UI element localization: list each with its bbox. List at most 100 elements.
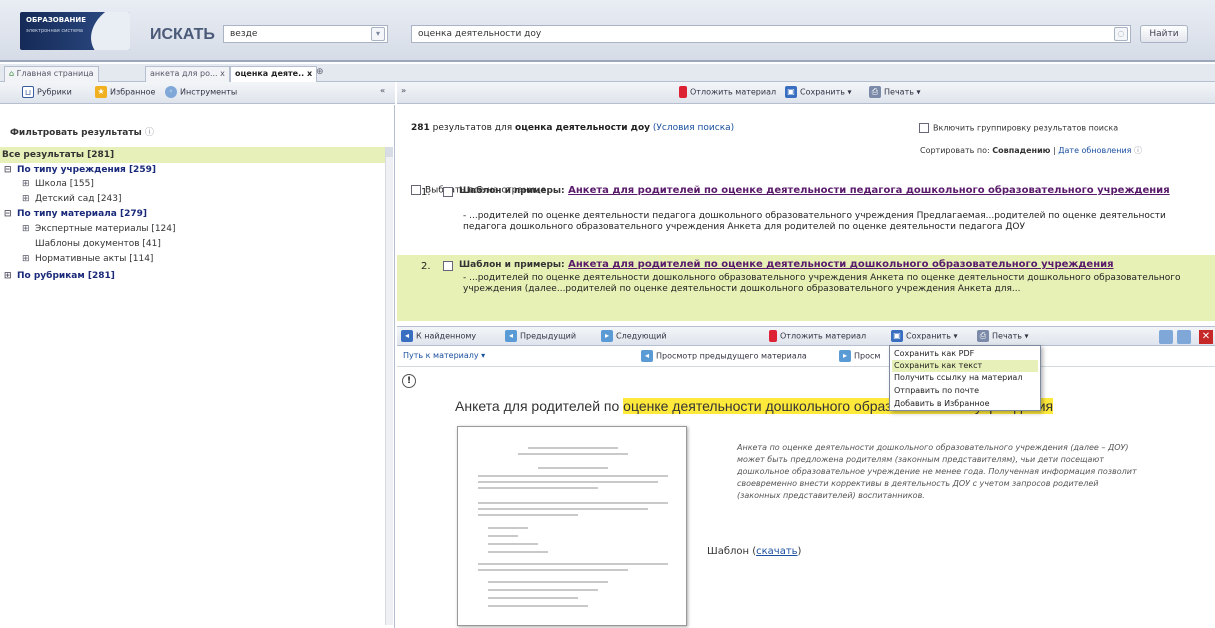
expand-icon[interactable]: ⊞ [22, 179, 31, 189]
filter-title: Фильтровать результаты ⓘ [10, 125, 154, 138]
menu-item-add-favorites[interactable]: Добавить в Избранное [892, 398, 1038, 410]
previous-button[interactable]: ◂ Предыдущий [505, 330, 576, 342]
grouping-label: Включить группировку результатов поиска [933, 123, 1119, 133]
result-checkbox[interactable] [443, 187, 453, 197]
grouping-checkbox[interactable] [919, 123, 929, 133]
search-options-icon[interactable]: ◌ [1114, 27, 1128, 41]
doc-print-button[interactable]: ⎙ Печать ▾ [977, 330, 1029, 342]
window-maximize-icon[interactable] [1177, 330, 1191, 344]
next-button[interactable]: ▸ Следующий [601, 330, 667, 342]
doc-save-label: Сохранить [906, 331, 951, 341]
save-button[interactable]: ▣ Сохранить ▾ [785, 86, 852, 98]
result-type: Шаблон и примеры: [459, 186, 565, 196]
new-tab-icon[interactable]: ⊕ [316, 67, 324, 77]
bookmark-icon [769, 330, 777, 342]
to-found-label: К найденному [416, 331, 477, 341]
chevron-down-icon[interactable]: ▾ [371, 27, 385, 41]
document-viewer: ! Анкета для родителей по оценке деятель… [397, 368, 1215, 628]
sort-by-relevance[interactable]: Совпадению [992, 146, 1050, 155]
result-title[interactable]: Шаблон и примеры: Анкета для родителей п… [459, 259, 1179, 271]
expand-icon[interactable]: ⊞ [4, 271, 13, 281]
filter-tree-label: По рубрикам [281] [17, 271, 115, 281]
help-icon[interactable]: ⓘ [1134, 146, 1142, 155]
thumb-line [538, 467, 608, 469]
thumb-line [488, 535, 518, 537]
results-count-query: оценка деятельности доу [515, 123, 650, 133]
thumb-line [478, 475, 668, 477]
scroll-up-arrow[interactable] [386, 147, 393, 157]
result-link[interactable]: Анкета для родителей по оценке деятельно… [568, 185, 1169, 196]
rubrics-button[interactable]: ⊔ Рубрики [22, 86, 72, 98]
tab-home-label: Главная страница [16, 69, 94, 78]
sort-by-date-link[interactable]: Дате обновления [1058, 146, 1131, 155]
filter-tree-label: Детский сад [243] [35, 194, 122, 204]
tab-questionnaire[interactable]: анкета для ро... x [145, 66, 230, 82]
favorites-button[interactable]: ★ Избранное [95, 86, 155, 98]
result-checkbox[interactable] [443, 261, 453, 271]
filter-tree-item[interactable]: ⊟ По типу материала [279] [4, 209, 147, 219]
expand-icon[interactable]: ⊞ [22, 224, 31, 234]
doc-postpone-button[interactable]: Отложить материал [769, 330, 866, 342]
floppy-icon: ▣ [891, 330, 903, 342]
search-conditions-link[interactable]: (Условия поиска) [653, 123, 734, 133]
filter-tree-item[interactable]: ⊞ Школа [155] [22, 179, 94, 189]
filter-tree-item[interactable]: ⊞ По рубрикам [281] [4, 271, 115, 281]
postpone-label: Отложить материал [690, 87, 777, 97]
filter-tree-item[interactable]: ⊞ Нормативные акты [114] [22, 254, 153, 264]
all-results-filter[interactable]: Все результаты [281] [0, 147, 385, 163]
filter-tree-item[interactable]: ⊟ По типу учреждения [259] [4, 165, 156, 175]
tools-button[interactable]: ◦ Инструменты [165, 86, 237, 98]
tools-label: Инструменты [180, 87, 238, 97]
filter-tree-item[interactable]: Шаблоны документов [41] [22, 239, 161, 249]
preview-previous-button[interactable]: ◂ Просмотр предыдущего материала [641, 350, 807, 362]
thumb-line [528, 447, 618, 449]
path-bar: Путь к материалу ▾ ◂ Просмотр предыдущего… [397, 347, 1215, 367]
path-label: Путь к материалу [403, 351, 479, 360]
close-icon[interactable]: ✕ [1199, 330, 1213, 344]
preview-next-button[interactable]: ▸ Просм [839, 350, 880, 362]
find-button[interactable]: Найти [1140, 25, 1188, 43]
thumb-line [488, 581, 608, 583]
save-label: Сохранить [800, 87, 845, 97]
sort-controls: Сортировать по: Совпадению | Дате обновл… [920, 145, 1142, 156]
filter-scrollbar[interactable] [385, 147, 393, 625]
to-found-button[interactable]: ◂ К найденному [401, 330, 476, 342]
path-to-material-dropdown[interactable]: Путь к материалу ▾ [403, 351, 485, 360]
menu-item-save-text[interactable]: Сохранить как текст [892, 360, 1038, 372]
previous-icon: ◂ [505, 330, 517, 342]
postpone-button[interactable]: Отложить материал [679, 86, 776, 98]
print-button[interactable]: ⎙ Печать ▾ [869, 86, 921, 98]
collapse-icon[interactable]: ⊟ [4, 209, 13, 219]
expand-icon[interactable]: ⊞ [22, 254, 31, 264]
filter-tree-item[interactable]: ⊞ Экспертные материалы [124] [22, 224, 176, 234]
collapse-icon[interactable]: ⊟ [4, 165, 13, 175]
menu-item-get-link[interactable]: Получить ссылку на материал [892, 372, 1038, 384]
tab-search-results[interactable]: оценка деяте.. x [230, 66, 318, 82]
expand-icon[interactable]: ⊞ [22, 194, 31, 204]
select-all-checkbox[interactable] [411, 185, 421, 195]
collapse-left-button[interactable]: « [380, 86, 385, 95]
result-title[interactable]: Шаблон и примеры: Анкета для родителей п… [459, 185, 1179, 197]
document-thumbnail[interactable] [457, 426, 687, 626]
preview-previous-label: Просмотр предыдущего материала [656, 351, 807, 361]
doc-save-button[interactable]: ▣ Сохранить ▾ [891, 330, 958, 342]
download-link[interactable]: скачать [756, 546, 797, 557]
info-icon[interactable]: ! [402, 374, 416, 388]
search-scope-select[interactable]: везде ▾ [223, 25, 388, 43]
menu-item-save-pdf[interactable]: Сохранить как PDF [892, 348, 1038, 360]
filter-tree-item[interactable]: ⊞ Детский сад [243] [22, 194, 122, 204]
result-link[interactable]: Анкета для родителей по оценке деятельно… [568, 259, 1113, 270]
result-snippet: - ...родителей по оценке деятельности до… [463, 273, 1181, 294]
menu-item-send-email[interactable]: Отправить по почте [892, 385, 1038, 397]
thumb-line [478, 502, 668, 504]
preview-next-label: Просм [854, 351, 881, 361]
next-icon: ▸ [601, 330, 613, 342]
help-icon[interactable]: ⓘ [145, 128, 154, 138]
grouping-toggle[interactable]: Включить группировку результатов поиска [919, 123, 1118, 133]
window-restore-icon[interactable] [1159, 330, 1173, 344]
search-input[interactable]: оценка деятельности доу ◌ [411, 25, 1131, 43]
tab-home[interactable]: ⌂ Главная страница [4, 66, 99, 82]
expand-button[interactable]: » [401, 86, 406, 95]
template-download: Шаблон (скачать) [707, 546, 801, 557]
app-logo[interactable]: ОБРАЗОВАНИЕ электронная система [20, 12, 130, 50]
